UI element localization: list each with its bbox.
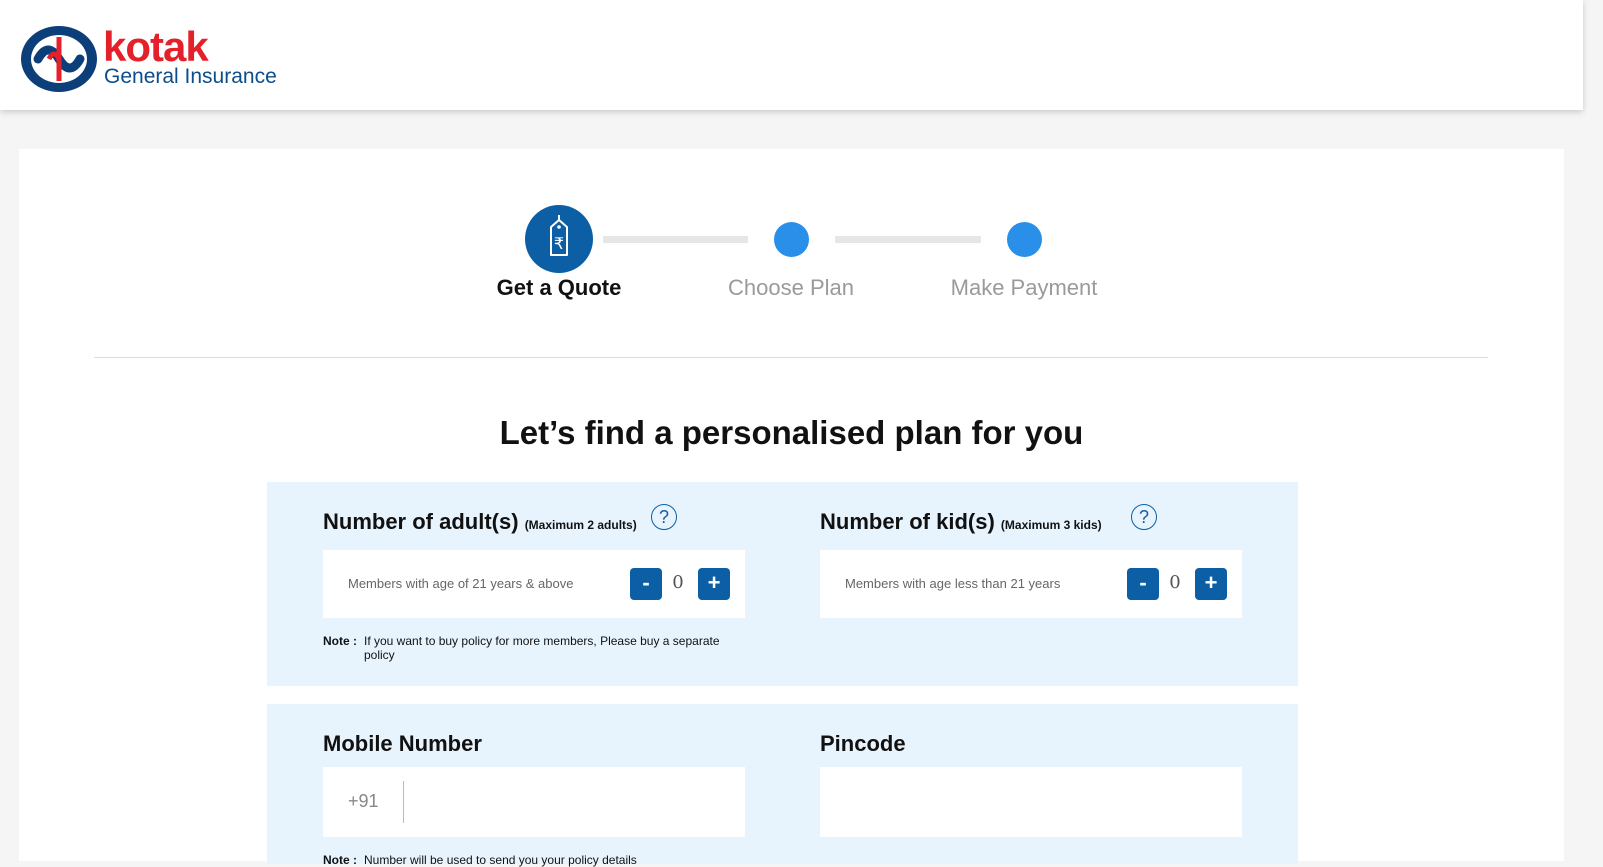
adults-decrement-button[interactable]: - — [630, 568, 662, 600]
kids-stepper: Members with age less than 21 years - 0 … — [820, 550, 1242, 618]
quote-card: ₹ Get a Quote Choose Plan Make Payment L… — [19, 149, 1564, 867]
kotak-logo-mark-icon — [21, 26, 97, 92]
step-get-quote-indicator: ₹ — [525, 205, 593, 273]
adults-title: Number of adult(s) — [323, 509, 519, 534]
kids-count: 0 — [1169, 572, 1181, 593]
pincode-title: Pincode — [820, 731, 906, 756]
mobile-prefix-separator — [403, 781, 404, 823]
stepper-track-1 — [603, 236, 748, 243]
kids-hint: Members with age less than 21 years — [845, 576, 1061, 591]
members-note: Note : If you want to buy policy for mor… — [323, 634, 753, 664]
contact-note-text: Number will be used to send you your pol… — [364, 853, 637, 867]
adults-hint: Members with age of 21 years & above — [348, 576, 574, 591]
kids-decrement-button[interactable]: - — [1127, 568, 1159, 600]
adults-max-note: (Maximum 2 adults) — [524, 518, 637, 532]
members-note-text: If you want to buy policy for more membe… — [364, 634, 720, 662]
mobile-title: Mobile Number — [323, 731, 482, 756]
stepper-track-2 — [835, 236, 981, 243]
contact-note: Note : Number will be used to send you y… — [323, 853, 753, 867]
kotak-logo[interactable]: kotak General Insurance — [18, 23, 277, 95]
kids-increment-button[interactable]: + — [1195, 568, 1227, 600]
adults-help-icon[interactable]: ? — [651, 504, 677, 530]
logo-subtitle: General Insurance — [104, 65, 277, 88]
site-header: kotak General Insurance — [0, 0, 1583, 110]
adults-field: Number of adult(s) (Maximum 2 adults) — [323, 509, 637, 535]
kids-max-note: (Maximum 3 kids) — [1000, 518, 1102, 532]
price-tag-rupee-icon: ₹ — [550, 215, 568, 256]
kids-title: Number of kid(s) — [820, 509, 995, 534]
step-make-payment-label: Make Payment — [950, 275, 1098, 300]
contact-panel: Mobile Number +91 Pincode Note : Number … — [267, 704, 1298, 867]
members-note-label: Note : — [323, 634, 357, 648]
adults-count: 0 — [672, 572, 684, 593]
step-make-payment-indicator — [1007, 222, 1042, 257]
section-divider — [94, 357, 1488, 358]
svg-text:₹: ₹ — [554, 234, 564, 253]
members-panel: Number of adult(s) (Maximum 2 adults) ? … — [267, 482, 1298, 686]
mobile-number-field[interactable]: +91 — [323, 767, 745, 837]
step-get-quote-label: Get a Quote — [496, 275, 622, 300]
kids-field: Number of kid(s) (Maximum 3 kids) — [820, 509, 1102, 535]
mobile-country-prefix: +91 — [348, 791, 379, 811]
contact-note-label: Note : — [323, 853, 357, 867]
step-choose-plan-label: Choose Plan — [728, 275, 854, 300]
step-choose-plan-indicator — [774, 222, 809, 257]
pincode-field[interactable] — [820, 767, 1242, 837]
adults-stepper: Members with age of 21 years & above - 0… — [323, 550, 745, 618]
kids-help-icon[interactable]: ? — [1131, 504, 1157, 530]
adults-increment-button[interactable]: + — [698, 568, 730, 600]
logo-wordmark: kotak — [103, 23, 209, 70]
page-title: Let’s find a personalised plan for you — [499, 414, 1084, 451]
